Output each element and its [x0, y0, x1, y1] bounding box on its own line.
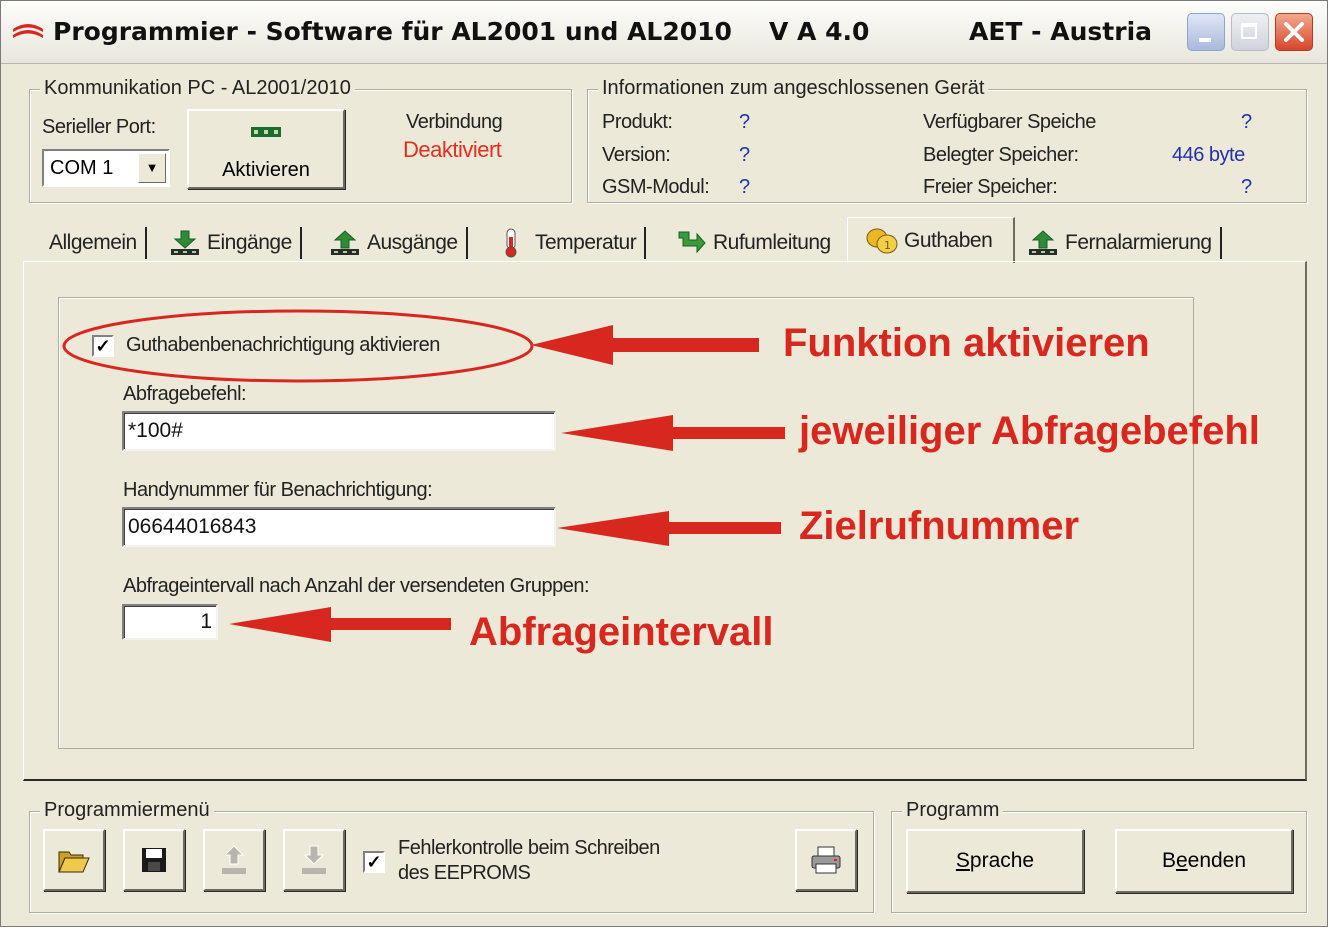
- tab-label: Temperatur: [535, 231, 637, 254]
- error-check-label-line2: des EEPROMS: [398, 862, 531, 884]
- annotation-interval: Abfrageintervall: [469, 610, 774, 654]
- programming-menu-legend: Programmiermenü: [40, 799, 214, 822]
- tab-rufumleitung[interactable]: Rufumleitung: [675, 223, 831, 263]
- enable-notification-label: Guthabenbenachrichtigung aktivieren: [126, 334, 440, 356]
- product-label: Produkt:: [602, 111, 673, 133]
- tab-allgemein[interactable]: Allgemein: [49, 223, 147, 263]
- tab-label: Fernalarmierung: [1065, 231, 1212, 254]
- close-icon: [1284, 22, 1304, 42]
- annotation-enable: Funktion aktivieren: [783, 321, 1150, 365]
- call-forward-icon: [678, 231, 706, 254]
- annotation-query-command: jeweiliger Abfragebefehl: [799, 409, 1260, 453]
- error-check-checkbox[interactable]: ✓: [363, 851, 385, 873]
- main-window: Programmier - Software für AL2001 und AL…: [0, 0, 1328, 927]
- serial-port-label: Serieller Port:: [42, 116, 156, 138]
- gsm-label: GSM-Modul:: [602, 176, 710, 198]
- phone-number-label: Handynummer für Benachrichtigung:: [123, 479, 433, 501]
- tab-label: Ausgänge: [367, 231, 458, 254]
- folder-open-icon: [58, 851, 90, 873]
- title-bar[interactable]: Programmier - Software für AL2001 und AL…: [1, 1, 1327, 64]
- tab-guthaben[interactable]: 1 Guthaben: [847, 217, 1015, 263]
- upload-arrow-icon: [222, 845, 246, 874]
- interval-label: Abfrageintervall nach Anzahl der versend…: [123, 575, 590, 597]
- tab-label: Rufumleitung: [713, 231, 831, 254]
- chevron-down-icon[interactable]: ▼: [138, 153, 166, 183]
- language-button[interactable]: Sprache: [906, 829, 1084, 893]
- used-memory-label: Belegter Speicher:: [923, 144, 1079, 166]
- tab-eingaenge[interactable]: Eingänge: [169, 223, 302, 263]
- communication-legend: Kommunikation PC - AL2001/2010: [40, 77, 355, 100]
- annotation-target-number: Zielrufnummer: [799, 504, 1080, 548]
- available-memory-label: Verfügbarer Speiche: [923, 111, 1096, 133]
- svg-text:1: 1: [884, 239, 891, 252]
- exit-label: Beenden: [1161, 849, 1247, 872]
- window-title: Programmier - Software für AL2001 und AL…: [53, 17, 732, 46]
- query-command-label: Abfragebefehl:: [123, 383, 247, 405]
- maximize-button[interactable]: [1231, 13, 1269, 51]
- download-button[interactable]: [283, 829, 345, 891]
- available-memory-value: ?: [1241, 111, 1252, 133]
- minimize-icon: [1199, 38, 1211, 42]
- company-label: AET - Austria: [969, 17, 1153, 46]
- exit-button[interactable]: Beenden: [1115, 829, 1293, 893]
- version-info-value: ?: [739, 144, 750, 166]
- connection-label: Verbindung: [406, 111, 503, 133]
- tab-fernalarmierung[interactable]: Fernalarmierung: [1027, 223, 1222, 263]
- interval-input[interactable]: 1: [122, 604, 218, 640]
- activate-label: Aktivieren: [222, 159, 310, 181]
- program-legend: Programm: [902, 799, 1004, 822]
- input-icon: [171, 230, 199, 255]
- version-info-label: Version:: [602, 144, 671, 166]
- serial-port-value: COM 1: [50, 157, 114, 179]
- tab-temperatur[interactable]: Temperatur: [499, 223, 647, 263]
- close-button[interactable]: [1275, 13, 1313, 51]
- remote-alarm-icon: [1029, 230, 1057, 255]
- download-arrow-icon: [302, 845, 326, 874]
- save-icon: [142, 848, 166, 872]
- open-file-button[interactable]: [43, 829, 105, 891]
- tab-ausgaenge[interactable]: Ausgänge: [329, 223, 468, 263]
- used-memory-value: 446 byte: [1172, 144, 1245, 166]
- print-button[interactable]: [795, 829, 857, 891]
- free-memory-label: Freier Speicher:: [923, 176, 1058, 198]
- query-command-input[interactable]: *100#: [122, 411, 556, 451]
- connection-status: Deaktiviert: [403, 137, 502, 162]
- printer-icon: [811, 846, 841, 874]
- coins-icon: 1: [866, 228, 898, 253]
- tab-label: Guthaben: [904, 228, 993, 252]
- product-value: ?: [739, 111, 750, 133]
- activate-button[interactable]: Aktivieren: [187, 109, 345, 189]
- language-label: Sprache: [955, 849, 1035, 872]
- gsm-value: ?: [739, 176, 750, 198]
- free-memory-value: ?: [1241, 176, 1252, 198]
- app-logo-icon: [13, 24, 43, 38]
- phone-number-input[interactable]: 06644016843: [122, 507, 556, 547]
- output-icon: [331, 230, 359, 255]
- enable-notification-checkbox[interactable]: ✓: [92, 335, 114, 357]
- upload-button[interactable]: [203, 829, 265, 891]
- serial-port-select[interactable]: COM 1 ▼: [42, 149, 170, 187]
- error-check-label-line1: Fehlerkontrolle beim Schreiben: [398, 837, 660, 859]
- device-info-legend: Informationen zum angeschlossenen Gerät: [598, 77, 989, 100]
- minimize-button[interactable]: [1187, 13, 1225, 51]
- save-button[interactable]: [123, 829, 185, 891]
- thermometer-icon: [505, 228, 517, 258]
- version-label: V A 4.0: [769, 17, 870, 46]
- connector-icon: [251, 127, 281, 137]
- tab-label: Eingänge: [207, 231, 292, 254]
- tab-label: Allgemein: [49, 231, 137, 254]
- maximize-icon: [1241, 23, 1257, 39]
